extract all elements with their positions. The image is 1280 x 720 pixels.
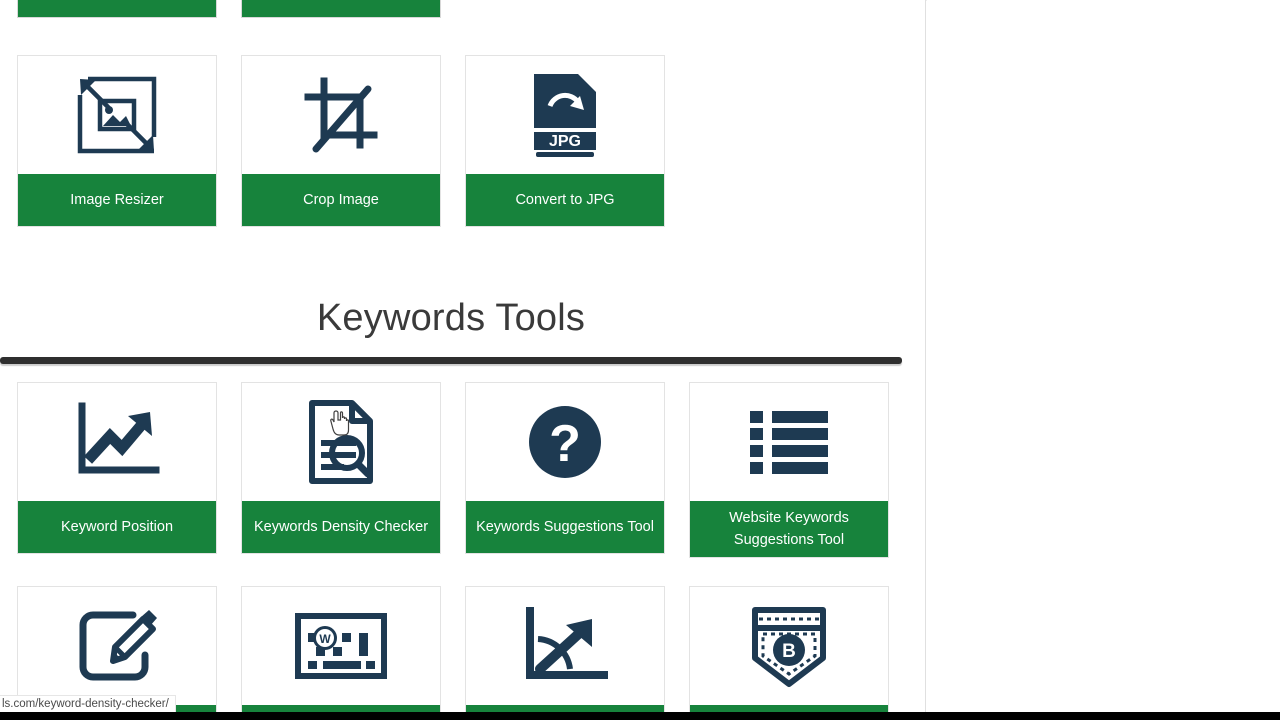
image-resize-icon [18, 56, 216, 174]
browser-status-bar: ls.com/keyword-density-checker/ [0, 695, 176, 712]
bullet-list-icon [690, 383, 888, 501]
card-label[interactable]: Keywords Density Checker [242, 501, 440, 553]
keyboard-w-icon: W [242, 587, 440, 705]
question-mark-icon: ? [466, 383, 664, 501]
bottom-letterbox [0, 712, 1280, 720]
card-label[interactable]: Keywords Suggestions Tool [466, 501, 664, 553]
badge-b-icon: B [690, 587, 888, 705]
card-keywords-suggestions-tool[interactable]: ? Keywords Suggestions Tool [465, 382, 665, 554]
image-tools-row: Image Resizer Crop Image JPG Convert to … [0, 55, 925, 227]
card-long-tail-keyword[interactable]: Long Tail Keyword [465, 586, 665, 712]
card-keywords-density-checker[interactable]: Keywords Density Checker [241, 382, 441, 554]
svg-text:JPG: JPG [549, 133, 581, 150]
axis-arrow-icon [466, 587, 664, 705]
card-keyword-position[interactable]: Keyword Position [17, 382, 217, 554]
svg-text:W: W [319, 632, 331, 646]
card-keyboard-tool[interactable]: W [241, 586, 441, 712]
card-crop-image[interactable]: Crop Image [241, 55, 441, 227]
empty-right-pane [927, 0, 1280, 712]
card-edit-tool[interactable] [17, 586, 217, 712]
browser-viewport: Image Resizer Crop Image JPG Convert to … [0, 0, 1280, 720]
card-image-resizer[interactable]: Image Resizer [17, 55, 217, 227]
card-label[interactable]: Convert to JPG [466, 174, 664, 226]
keywords-section-header: Keywords Tools [0, 295, 902, 364]
keywords-row-1: Keyword Position Keywords Density Checke… [0, 382, 925, 558]
card-keyword-competition[interactable]: B Keyword Competition [689, 586, 889, 712]
card-label[interactable] [242, 705, 440, 712]
page-content-column: Image Resizer Crop Image JPG Convert to … [0, 0, 926, 712]
trending-chart-icon [18, 383, 216, 501]
document-search-icon [242, 383, 440, 501]
edit-pencil-icon [18, 587, 216, 705]
previous-row-card-label-1[interactable] [17, 0, 217, 18]
page-title: Keywords Tools [316, 297, 586, 339]
card-label[interactable]: Keyword Competition [690, 705, 888, 712]
card-label[interactable]: Crop Image [242, 174, 440, 226]
keywords-row-2: W Long Tail Keyword [0, 586, 925, 712]
card-label[interactable]: Website Keywords Suggestions Tool [690, 501, 888, 557]
svg-text:B: B [782, 641, 796, 662]
card-label[interactable]: Keyword Position [18, 501, 216, 553]
card-website-keywords-suggestions-tool[interactable]: Website Keywords Suggestions Tool [689, 382, 889, 558]
previous-row-card-label-2[interactable] [241, 0, 441, 18]
card-label[interactable]: Long Tail Keyword [466, 705, 664, 712]
crop-icon [242, 56, 440, 174]
section-divider [0, 357, 902, 364]
jpg-file-icon: JPG [466, 56, 664, 174]
card-convert-to-jpg[interactable]: JPG Convert to JPG [465, 55, 665, 227]
svg-text:?: ? [549, 415, 581, 473]
card-label[interactable]: Image Resizer [18, 174, 216, 226]
